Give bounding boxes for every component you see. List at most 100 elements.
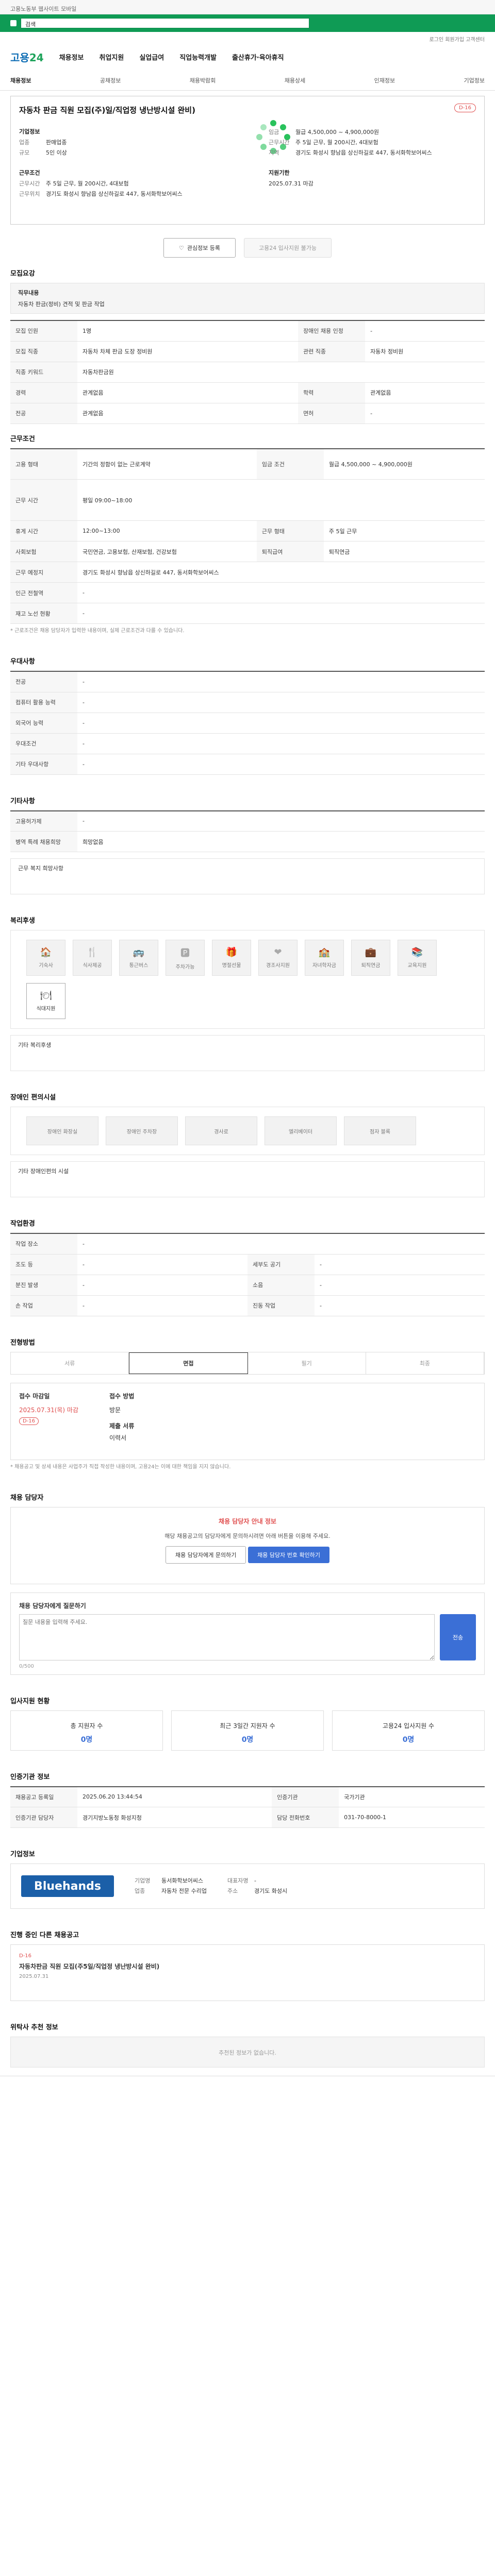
subnav-item[interactable]: 인재정보 xyxy=(374,76,395,84)
welfare-icon: 🏠 xyxy=(40,947,52,958)
contact-section: 채용 담당자 채용 담당자 안내 정보 해당 채용공고의 담당자에게 문의하시려… xyxy=(10,1492,485,1675)
nav-item-leave[interactable]: 출산휴가·육아휴직 xyxy=(232,52,284,62)
dday-badge: D-16 xyxy=(19,1417,39,1425)
welfare-icon: 📚 xyxy=(411,947,423,958)
company-card: Bluehands 기업명 동서화학보어씨스 업종 자동차 전문 수리업 대표자명 -… xyxy=(10,1863,485,1909)
logo[interactable]: 고용24 xyxy=(10,49,44,64)
nav-item-training[interactable]: 직업능력개발 xyxy=(179,52,217,62)
welfare-icon: 💼 xyxy=(365,947,377,958)
welfare-icon: ❤ xyxy=(274,947,282,958)
company-section: 기업정보 Bluehands 기업명 동서화학보어씨스 업종 자동차 전문 수리업 … xyxy=(10,1849,485,1909)
job-description: 직무내용 자동차 판금(정비) 견적 및 판금 작업 xyxy=(10,283,485,314)
welfare-item: 📚 교육지원 xyxy=(398,940,437,976)
disability-note-box: 기타 장애인편의 시설 xyxy=(10,1161,485,1197)
disability-item: 장애인 화장실 xyxy=(26,1116,98,1145)
question-box: 채용 담당자에게 질문하기 전송 0/500 xyxy=(10,1592,485,1675)
subnav-item[interactable]: 채용박람회 xyxy=(190,76,216,84)
step-item: 서류 xyxy=(11,1352,129,1374)
salary-info: 임금 월급 4,500,000 ~ 4,900,000원 근무시간 주 5일 근무,… xyxy=(269,129,432,156)
sub-nav: 채용정보 공채정보 채용박람회 채용상세 인재정보 기업정보 xyxy=(0,70,495,91)
welfare-item: 🏫 자녀학자금 xyxy=(305,940,344,976)
subnav-item[interactable]: 채용상세 xyxy=(285,76,305,84)
subnav-item[interactable]: 채용정보 xyxy=(10,76,31,84)
dday-badge: D-16 xyxy=(454,104,476,112)
env-table: 작업 장소 - 조도 등 - 세부도 공기 - 분진 발생 - 소음 - 손 작업 - 진동 작업… xyxy=(10,1233,485,1316)
disability-item: 경사로 xyxy=(185,1116,257,1145)
contact-box: 채용 담당자 안내 정보 해당 채용공고의 담당자에게 문의하시려면 아래 버튼… xyxy=(10,1506,485,1584)
main-nav: 채용정보 취업지원 실업급여 직업능력개발 출산휴가·육아휴직 xyxy=(59,52,485,62)
status-card: 최근 3일간 지원자 수 0명 xyxy=(171,1710,324,1751)
topbar: 고용노동부 웹사이트 모바일 xyxy=(0,0,495,14)
status-section: 입사지원 현황 총 지원자 수 0명 최근 3일간 지원자 수 0명 고용24 입사… xyxy=(10,1696,485,1751)
nav-item-jobs[interactable]: 채용정보 xyxy=(59,52,84,62)
welfare-icon: 🍽 xyxy=(40,990,52,1001)
disability-item: 장애인 주차장 xyxy=(106,1116,178,1145)
status-card: 총 지원자 수 0명 xyxy=(10,1710,163,1751)
recommend-empty: 추천된 정보가 없습니다. xyxy=(10,2037,485,2067)
welfare-item: 🎁 명절선물 xyxy=(212,940,251,976)
subnav-item[interactable]: 공채정보 xyxy=(100,76,121,84)
nav-item-benefit[interactable]: 실업급여 xyxy=(139,52,164,62)
welfare-section: 복리후생 🏠 기숙사 🍴 식사제공 🚌 통근버스 🅿 주차가능 🎁 명절선물 ❤ 경조사지원… xyxy=(10,915,485,1071)
other-jobs-section: 진행 중인 다른 채용공고 D-16 자동차판금 직원 모집(주5일/직업정 냉… xyxy=(10,1929,485,2001)
step-item: 최종 xyxy=(366,1352,484,1374)
phone-button[interactable]: 채용 담당자 번호 확인하기 xyxy=(248,1546,329,1563)
etc-table: 고용허가제 - 병역 특례 채용희망 희망없음 xyxy=(10,810,485,852)
subnav-item[interactable]: 기업정보 xyxy=(464,76,485,84)
job-title: 자동차 판금 직원 모집(주)일/직업정 냉난방시설 완비) xyxy=(19,106,195,115)
env-section: 작업환경 작업 장소 - 조도 등 - 세부도 공기 - 분진 발생 - 소음 - 손 작업 -… xyxy=(10,1218,485,1316)
etc-note-box: 근무 복지 희망사항 xyxy=(10,858,485,894)
etc-section: 기타사항 고용허가제 - 병역 특례 채용희망 희망없음 근무 복지 희망사항 xyxy=(10,795,485,894)
action-buttons: ♡ 관심정보 등록 고용24 입사지원 불가능 xyxy=(0,238,495,258)
inquiry-button[interactable]: 채용 담당자에게 문의하기 xyxy=(166,1546,246,1564)
welfare-item: 💼 퇴직연금 xyxy=(351,940,390,976)
question-input[interactable] xyxy=(19,1614,435,1660)
work-condition: 근무조건 근무시간 주 5일 근무, 월 200시간, 4대보험 근무위치 경기도 … xyxy=(19,170,183,197)
step-item-active: 면접 xyxy=(129,1352,248,1374)
manager-table: 채용공고 등록일 2025.06.20 13:44:54 인증기관 국가기관 인증기관… xyxy=(10,1786,485,1828)
disability-item: 엘리베이터 xyxy=(265,1116,337,1145)
other-job-card[interactable]: D-16 자동차판금 직원 모집(주5일/직업정 냉난방시설 완비) 2025.… xyxy=(10,1944,485,2001)
manager-section: 인증기관 정보 채용공고 등록일 2025.06.20 13:44:54 인증기관 국… xyxy=(10,1771,485,1828)
preference-table: 전공 - 컴퓨터 활용 능력 - 외국어 능력 - 우대조건 - 기타 우대사항 - xyxy=(10,671,485,775)
search-bar: 검색 xyxy=(0,14,495,32)
apply-button[interactable]: 고용24 입사지원 불가능 xyxy=(244,238,332,258)
welfare-item: 🍴 식사제공 xyxy=(73,940,112,976)
heart-button[interactable]: ♡ 관심정보 등록 xyxy=(163,238,236,258)
status-card: 고용24 입사지원 수 0명 xyxy=(332,1710,485,1751)
util-links[interactable]: 로그인 회원가입 고객센터 xyxy=(0,32,495,43)
apply-info: 접수 마감일 2025.07.31(목) 마감 D-16 접수 방법 방문 제출 서… xyxy=(10,1382,485,1460)
search-input[interactable]: 검색 xyxy=(21,18,309,28)
search-checkbox[interactable] xyxy=(10,20,16,26)
conditions-table: 고용 형태 기간의 정함이 없는 근로계약 임금 조건 월급 4,500,000 ~ … xyxy=(10,448,485,624)
disability-grid: 장애인 화장실 장애인 주차장 경사로 엘리베이터 점자 블록 xyxy=(10,1107,485,1155)
send-button[interactable]: 전송 xyxy=(440,1614,476,1660)
welfare-item: 🏠 기숙사 xyxy=(26,940,65,976)
welfare-item: 🚌 통근버스 xyxy=(119,940,158,976)
conditions-section: 근무조건 고용 형태 기간의 정함이 없는 근로계약 임금 조건 월급 4,500,0… xyxy=(10,433,485,636)
welfare-icon: 🚌 xyxy=(133,947,145,958)
preference-section: 우대사항 전공 - 컴퓨터 활용 능력 - 외국어 능력 - 우대조건 - 기타 우대사… xyxy=(10,656,485,775)
welfare-icon: 🏫 xyxy=(318,947,331,958)
welfare-icon: 🅿 xyxy=(180,947,190,959)
footer xyxy=(0,2076,495,2127)
welfare-grid: 🏠 기숙사 🍴 식사제공 🚌 통근버스 🅿 주차가능 🎁 명절선물 ❤ 경조사지원 🏫 자녀학… xyxy=(10,930,485,1029)
disability-item: 점자 블록 xyxy=(344,1116,416,1145)
nav-item-support[interactable]: 취업지원 xyxy=(100,52,124,62)
welfare-icon: 🎁 xyxy=(225,947,238,958)
requirements-table: 모집 인원 1명 장애인 채용 인정 - 모집 직종 자동차 차체 판금 도장 정비원 관… xyxy=(10,320,485,424)
progress-section: 전형방법 서류 면접 필기 최종 접수 마감일 2025.07.31(목) 마감 … xyxy=(10,1337,485,1471)
job-summary: 자동차 판금 직원 모집(주)일/직업정 냉난방시설 완비) D-16 기업정보… xyxy=(10,96,485,225)
welfare-item: ❤ 경조사지원 xyxy=(258,940,298,976)
apply-deadline: 지원기한 2025.07.31 마감 xyxy=(269,170,314,187)
welfare-item: 🅿 주차가능 xyxy=(166,940,205,976)
recommend-section: 위탁사 추천 정보 추천된 정보가 없습니다. xyxy=(10,2022,485,2067)
welfare-item-active: 🍽 식대지원 xyxy=(26,983,65,1019)
status-cards: 총 지원자 수 0명 최근 3일간 지원자 수 0명 고용24 입사지원 수 0명 xyxy=(10,1710,485,1751)
steps-row: 서류 면접 필기 최종 xyxy=(10,1351,485,1375)
company-info: 기업정보 업종 판매업종 규모 5인 이상 xyxy=(19,128,67,156)
step-item: 필기 xyxy=(248,1352,366,1374)
header: 고용24 채용정보 취업지원 실업급여 직업능력개발 출산휴가·육아휴직 xyxy=(0,43,495,70)
welfare-note-box: 기타 복리후생 xyxy=(10,1035,485,1071)
company-logo: Bluehands xyxy=(21,1875,114,1897)
